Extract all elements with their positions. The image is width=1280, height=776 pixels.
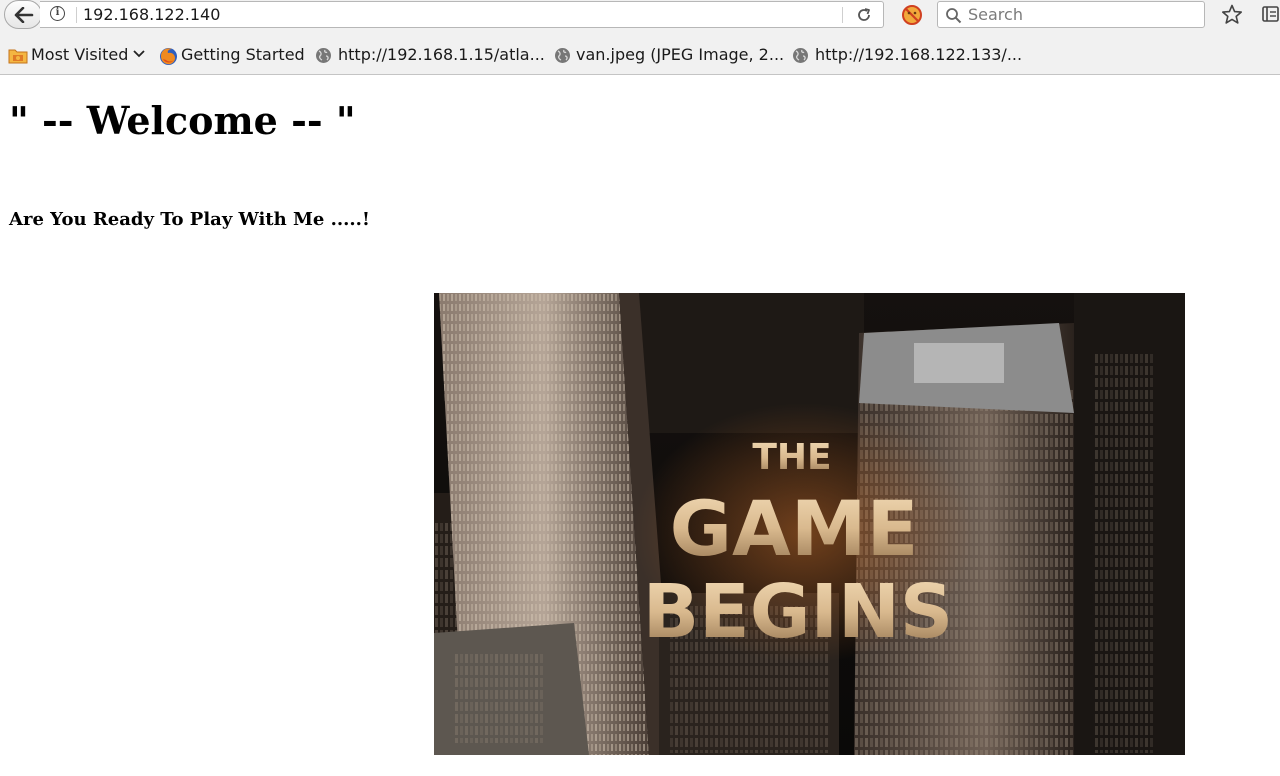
- bookmark-label: Getting Started: [181, 45, 305, 64]
- search-icon: [946, 8, 962, 24]
- hero-line-2: GAME: [670, 484, 919, 573]
- reload-icon[interactable]: [856, 7, 872, 23]
- info-icon[interactable]: i: [50, 6, 65, 21]
- globe-icon: [316, 48, 331, 63]
- library-icon[interactable]: [1262, 5, 1280, 23]
- hero-line-1: THE: [752, 437, 831, 478]
- bookmark-most-visited[interactable]: Most Visited: [8, 45, 148, 65]
- bookmark-192-168-122-133[interactable]: http://192.168.122.133/...: [792, 45, 1022, 65]
- hero-image: THE GAME BEGINS: [434, 293, 1185, 755]
- hero-line-3: BEGINS: [643, 569, 953, 655]
- bookmark-atla[interactable]: http://192.168.1.15/atla...: [315, 45, 545, 65]
- back-button[interactable]: [4, 0, 42, 29]
- bookmark-label: van.jpeg (JPEG Image, 2...: [576, 45, 785, 64]
- url-separator: [76, 7, 77, 23]
- bookmark-label: http://192.168.122.133/...: [815, 45, 1023, 64]
- bookmark-star-icon[interactable]: [1221, 4, 1243, 25]
- bookmark-label: http://192.168.1.15/atla...: [338, 45, 545, 64]
- folder-icon: [8, 49, 28, 64]
- search-box[interactable]: Search: [937, 1, 1205, 28]
- bookmark-getting-started[interactable]: Getting Started: [159, 45, 307, 65]
- bookmark-label: Most Visited: [31, 45, 129, 64]
- globe-icon: [793, 48, 808, 63]
- search-placeholder: Search: [968, 5, 1023, 24]
- back-arrow-icon: [14, 7, 34, 23]
- page-subheading: Are You Ready To Play With Me .....!: [9, 209, 370, 230]
- bookmark-van-jpeg[interactable]: van.jpeg (JPEG Image, 2...: [554, 45, 784, 65]
- globe-icon: [555, 48, 570, 63]
- url-text[interactable]: 192.168.122.140: [83, 5, 220, 24]
- chevron-down-icon: [133, 50, 145, 58]
- blocked-content-icon[interactable]: [901, 4, 923, 26]
- firefox-icon: [160, 48, 177, 65]
- navigation-toolbar: i 192.168.122.140 Search: [0, 0, 1280, 30]
- url-bar[interactable]: i 192.168.122.140: [40, 1, 884, 28]
- bookmarks-toolbar: Most Visited Getting Started http://192.…: [0, 30, 1280, 75]
- page-heading: " -- Welcome -- ": [9, 98, 356, 143]
- reload-separator: [842, 7, 843, 23]
